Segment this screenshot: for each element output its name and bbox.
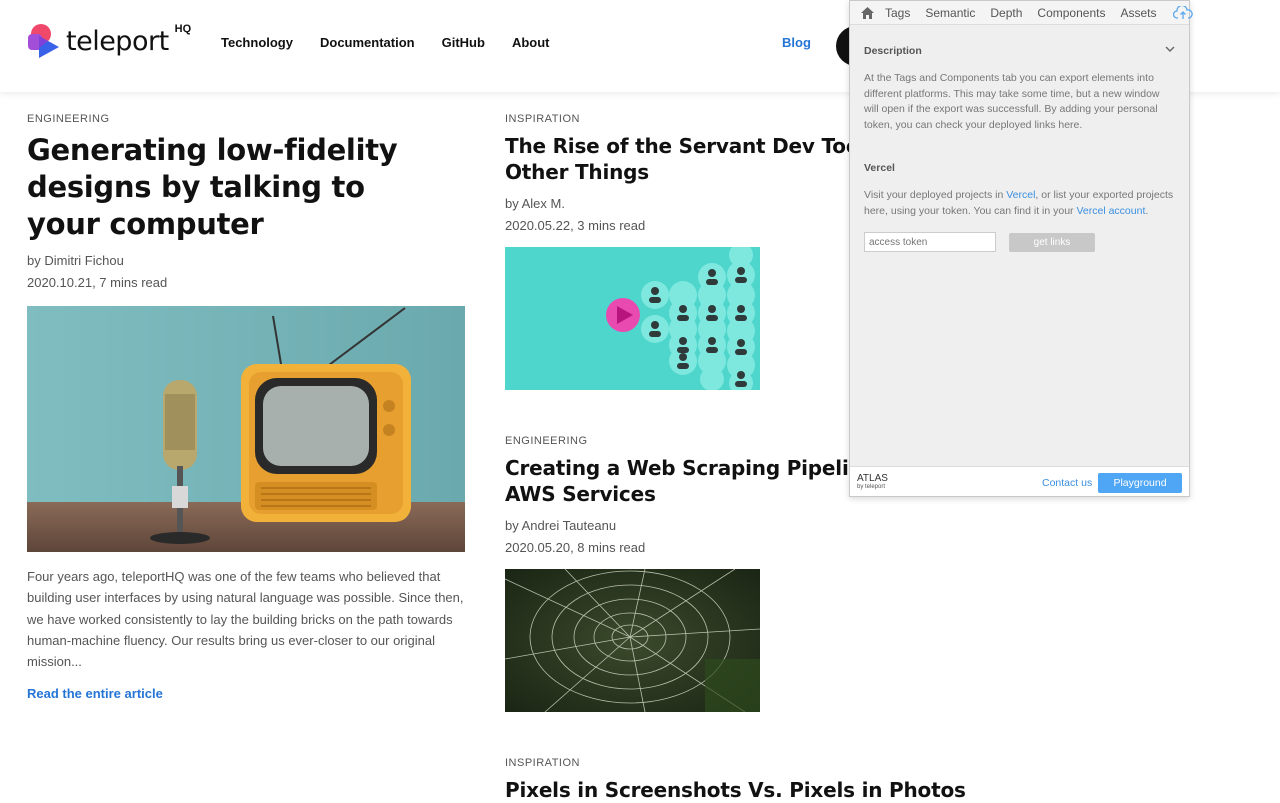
atlas-logo: ATLAS by teleport [857, 474, 888, 492]
article-card: ENGINEERING Creating a Web Scraping Pipe… [505, 435, 876, 559]
logo-suffix: HQ [174, 23, 192, 35]
contact-us-link[interactable]: Contact us [1042, 477, 1092, 489]
tab-depth[interactable]: Depth [990, 6, 1022, 20]
article-card-featured: ENGINEERING Generating low-fidelity desi… [27, 113, 472, 294]
article-title-line2[interactable]: AWS Services [505, 481, 865, 507]
article-category: ENGINEERING [27, 113, 110, 125]
home-icon[interactable] [861, 6, 874, 19]
article-title-line2[interactable]: Other Things [505, 159, 865, 185]
description-text: At the Tags and Components tab you can e… [864, 72, 1160, 131]
tab-assets[interactable]: Assets [1120, 6, 1156, 20]
vercel-text-part: . [1145, 204, 1149, 217]
nav-blog[interactable]: Blog [782, 35, 811, 50]
article-image-tv[interactable] [27, 306, 465, 552]
description-heading: Description [864, 45, 922, 57]
article-title[interactable]: The Rise of the Servant Dev Tools [505, 133, 878, 159]
article-author: by Andrei Tauteanu [505, 518, 617, 533]
article-card: INSPIRATION The Rise of the Servant Dev … [505, 113, 878, 237]
article-author: by Alex M. [505, 196, 565, 211]
vercel-text: Visit your deployed projects in Vercel, … [864, 188, 1174, 219]
logo-link[interactable]: teleport HQ [26, 22, 191, 60]
access-token-input[interactable] [864, 232, 996, 252]
article-author: by Dimitri Fichou [27, 253, 124, 268]
article-date: 2020.05.22, 3 mins read [505, 218, 646, 233]
main-nav: Technology Documentation GitHub About [221, 35, 576, 50]
cloud-upload-icon[interactable] [1173, 5, 1194, 20]
playground-button[interactable]: Playground [1098, 473, 1182, 493]
article-date: 2020.05.20, 8 mins read [505, 540, 646, 555]
tab-tags[interactable]: Tags [885, 6, 910, 20]
panel-footer: ATLAS by teleport Contact us Playground [850, 466, 1189, 496]
vercel-account-link[interactable]: Vercel account [1076, 205, 1145, 217]
atlas-extension-panel: Tags Semantic Depth Components Assets De… [849, 0, 1194, 497]
nav-documentation[interactable]: Documentation [320, 35, 415, 50]
article-category: ENGINEERING [505, 435, 588, 447]
vercel-text-part: Visit your deployed projects in [864, 189, 1007, 201]
article-image-spider-web[interactable] [505, 569, 760, 712]
nav-technology[interactable]: Technology [221, 35, 293, 50]
article-date: 2020.10.21, 7 mins read [27, 275, 168, 290]
panel-tabs: Tags Semantic Depth Components Assets [850, 1, 1194, 25]
article-excerpt: Four years ago, teleportHQ was one of th… [27, 569, 464, 670]
nav-github[interactable]: GitHub [442, 35, 485, 50]
vercel-heading: Vercel [864, 162, 895, 174]
get-links-button[interactable]: get links [1009, 233, 1095, 252]
tab-semantic[interactable]: Semantic [925, 6, 975, 20]
article-title[interactable]: Pixels in Screenshots Vs. Pixels in Phot… [505, 777, 966, 803]
tab-components[interactable]: Components [1037, 6, 1105, 20]
article-category: INSPIRATION [505, 113, 580, 125]
article-title[interactable]: Generating low-fidelity designs by talki… [27, 132, 447, 243]
article-title[interactable]: Creating a Web Scraping Pipeline [505, 455, 876, 481]
teleport-logo-icon [26, 22, 62, 60]
nav-about[interactable]: About [512, 35, 550, 50]
article-excerpt-block: Four years ago, teleportHQ was one of th… [27, 566, 467, 701]
vercel-link[interactable]: Vercel [1006, 189, 1035, 201]
article-category: INSPIRATION [505, 757, 580, 769]
logo-text: teleport [66, 25, 169, 57]
article-card: INSPIRATION Pixels in Screenshots Vs. Pi… [505, 757, 966, 803]
atlas-brand-sub: by teleport [857, 484, 886, 490]
chevron-down-icon[interactable] [1165, 45, 1175, 56]
article-image-user-bubbles[interactable] [505, 247, 760, 390]
read-article-link[interactable]: Read the entire article [27, 686, 467, 701]
